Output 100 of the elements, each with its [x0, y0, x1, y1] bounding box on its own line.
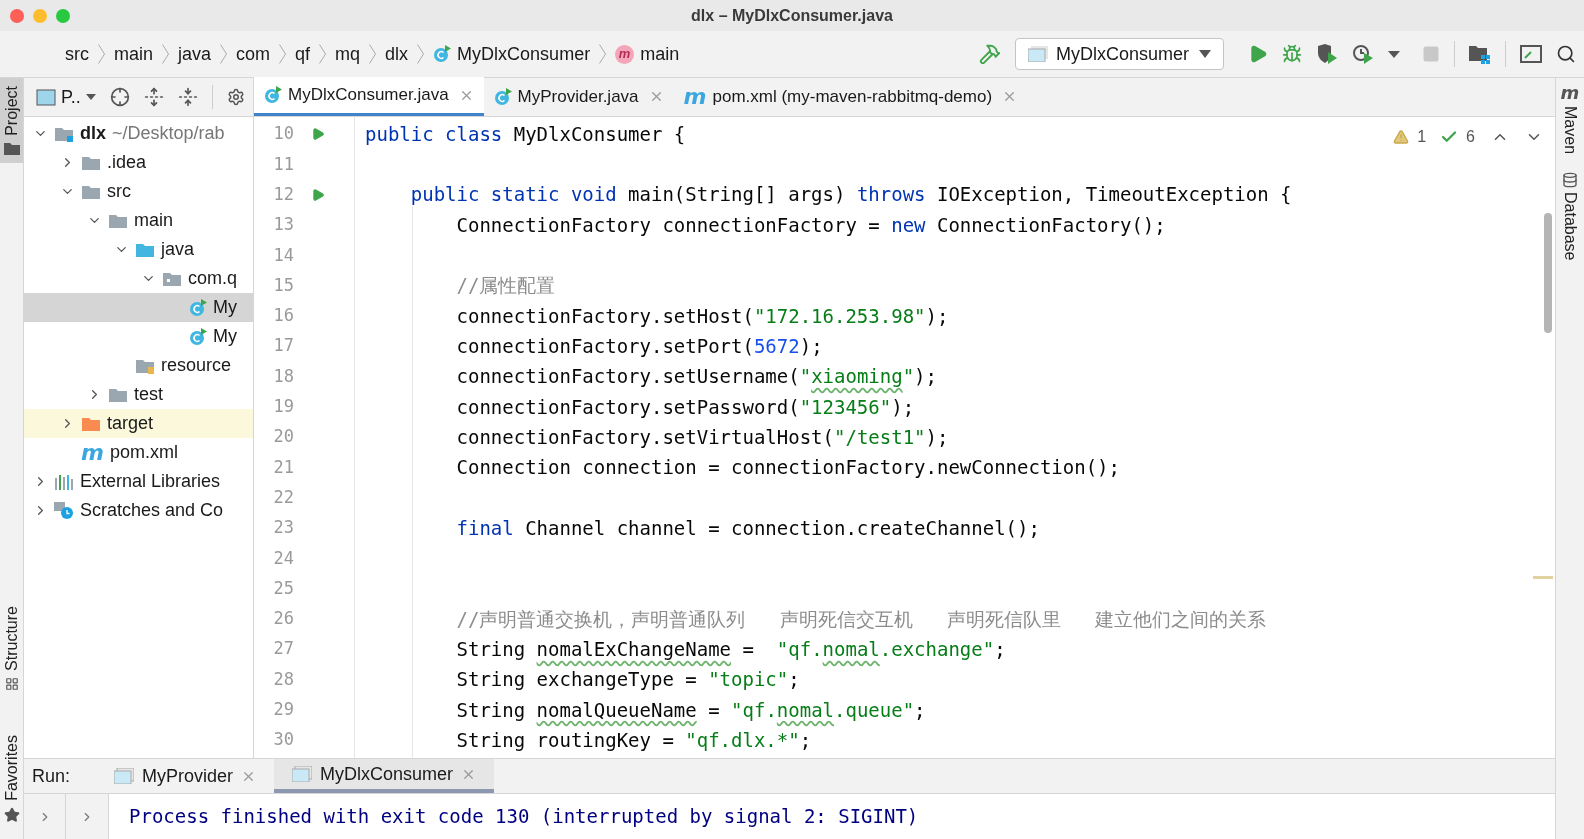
scratches-icon — [54, 501, 74, 520]
code-line: String routingKey = "qf.dlx.*"; — [456, 727, 812, 753]
tree-item-label: resource — [161, 354, 232, 377]
editor-tab[interactable]: MyProvider.java — [483, 77, 674, 116]
tree-item-label: main — [134, 209, 173, 232]
console-output: Process finished with exit code 130 (interrupted by signal 2: SIGINT) — [129, 804, 919, 830]
tool-window-tab[interactable]: Favorites — [0, 727, 23, 831]
scrollbar-thumb[interactable] — [1544, 213, 1552, 333]
window-layout-icon[interactable] — [1520, 44, 1542, 64]
breadcrumb-item[interactable]: main — [111, 40, 156, 68]
locate-icon[interactable] — [109, 87, 130, 107]
tree-item[interactable]: m pom.xml — [24, 438, 253, 467]
dropdown-caret-icon[interactable] — [1388, 50, 1400, 58]
libraries-icon — [54, 473, 74, 490]
breadcrumb-item[interactable]: qf — [292, 40, 314, 68]
profiler-icon[interactable] — [1352, 43, 1374, 65]
breadcrumb-separator-icon — [98, 44, 105, 64]
code-line: connectionFactory.setHost("172.16.253.98"); — [456, 303, 949, 329]
breadcrumb-separator-icon — [279, 44, 287, 64]
tree-item[interactable]: src — [24, 177, 253, 206]
line-number: 18 — [272, 364, 294, 388]
module-folder-icon — [54, 125, 74, 142]
window-icon — [1028, 46, 1048, 62]
tool-window-tab[interactable]: m Maven — [1558, 84, 1582, 155]
warning-count[interactable]: 1 — [1417, 125, 1427, 149]
folder-icon — [108, 386, 128, 403]
window-icon — [292, 766, 313, 782]
code-line: Connection connection = connectionFactory.newConnection(); — [456, 455, 1120, 481]
tree-item-label: pom.xml — [109, 441, 178, 464]
tree-item[interactable]: main — [24, 206, 253, 235]
expand-all-icon[interactable] — [143, 87, 164, 107]
breadcrumb-item[interactable]: src — [62, 40, 92, 68]
tree-item[interactable]: My — [24, 322, 253, 351]
line-number: 22 — [272, 485, 294, 509]
breadcrumb-item[interactable]: java — [175, 40, 215, 68]
folder-icon — [3, 141, 20, 155]
tree-item[interactable]: target — [24, 409, 253, 438]
breadcrumb-item[interactable]: mq — [332, 40, 364, 68]
code-line: connectionFactory.setPassword("123456"); — [456, 394, 915, 420]
line-number: 23 — [272, 516, 294, 540]
editor-tab[interactable]: MyDlxConsumer.java — [254, 77, 484, 116]
breadcrumb-separator-icon — [319, 44, 327, 64]
tree-item[interactable]: .idea — [24, 148, 253, 177]
breadcrumb-item[interactable]: MyDlxConsumer — [430, 40, 594, 68]
tool-window-tab[interactable]: Structure — [0, 598, 23, 700]
folder-icon — [81, 415, 101, 432]
tool-window-tab[interactable]: Project — [0, 78, 23, 163]
line-number: 28 — [272, 667, 294, 691]
breadcrumb-separator-icon — [220, 44, 228, 64]
tree-item-label: target — [107, 412, 154, 435]
code-line: ConnectionFactory connectionFactory = new ConnectionFactory(); — [456, 212, 1166, 238]
run-tab[interactable]: MyProvider — [96, 759, 275, 793]
tree-item[interactable]: java — [24, 235, 253, 264]
line-number: 26 — [272, 607, 294, 631]
settings-icon[interactable] — [226, 88, 245, 106]
run-gutter-icon[interactable] — [311, 127, 325, 142]
coverage-icon[interactable] — [1316, 43, 1338, 65]
check-count[interactable]: 6 — [1466, 125, 1475, 149]
window-title: dlx – MyDlxConsumer.java — [691, 5, 893, 26]
tab-label: MyDlxConsumer.java — [288, 84, 449, 107]
breadcrumb-item[interactable]: m main — [612, 40, 683, 68]
run-icon[interactable] — [1248, 44, 1268, 64]
class-icon — [433, 45, 452, 63]
tree-item[interactable]: resource — [24, 351, 253, 380]
warning-marker — [1533, 576, 1553, 579]
run-tab[interactable]: MyDlxConsumer — [274, 759, 495, 793]
tree-item-label: External Libraries — [80, 470, 221, 493]
class-icon — [189, 327, 207, 346]
line-number: 19 — [272, 395, 294, 419]
run-gutter-icon[interactable] — [311, 187, 325, 202]
tree-item-label: java — [161, 238, 195, 261]
breadcrumb-item[interactable]: dlx — [382, 40, 412, 68]
maven-icon: m — [1560, 84, 1580, 102]
tree-item-label: My — [213, 325, 237, 348]
search-icon[interactable] — [1556, 44, 1576, 64]
editor-tab[interactable]: m pom.xml (my-maven-rabbitmq-demo) — [673, 77, 1028, 116]
breadcrumb-separator-icon — [599, 44, 607, 64]
debug-icon[interactable] — [1282, 44, 1302, 64]
build-icon[interactable] — [979, 43, 1001, 65]
tool-window-tab[interactable]: Database — [1558, 172, 1582, 261]
code-line: //声明普通交换机，声明普通队列 声明死信交互机 声明死信队里 建立他们之间的关系 — [456, 606, 1267, 632]
tree-item-label: .idea — [107, 151, 147, 174]
run-configuration-dropdown[interactable]: MyDlxConsumer — [1015, 38, 1224, 70]
collapse-all-icon[interactable] — [177, 87, 198, 107]
tree-item[interactable]: External Libraries — [24, 467, 253, 496]
package-icon — [162, 270, 182, 287]
tree-item[interactable]: com.q — [24, 264, 253, 293]
class-icon — [189, 298, 207, 317]
tree-item[interactable]: My — [24, 293, 253, 322]
project-structure-icon[interactable] — [1469, 44, 1491, 64]
view-selector-dropdown[interactable]: P.. — [36, 83, 96, 111]
dropdown-caret-icon — [1199, 50, 1211, 58]
star-icon — [3, 807, 20, 823]
dropdown-caret-icon — [85, 94, 96, 100]
method-icon: m — [615, 44, 635, 64]
code-line: final Channel channel = connection.createChannel(); — [456, 515, 1040, 541]
tree-item[interactable]: dlx ~/Desktop/rab — [24, 119, 253, 148]
tree-item[interactable]: Scratches and Co — [24, 496, 253, 525]
breadcrumb-item[interactable]: com — [233, 40, 274, 68]
tree-item[interactable]: test — [24, 380, 253, 409]
